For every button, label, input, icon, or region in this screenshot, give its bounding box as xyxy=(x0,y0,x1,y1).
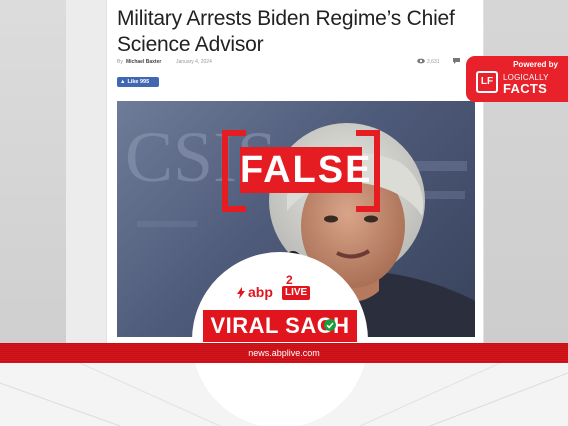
background-left xyxy=(0,0,66,343)
live-tag: LIVE xyxy=(282,286,311,300)
view-count: 2,631 xyxy=(427,59,440,65)
abp-wordmark: abp xyxy=(248,284,273,300)
powered-by-label: Powered by xyxy=(513,60,558,69)
false-verdict-stamp: FALSE xyxy=(222,130,380,212)
article-headline: Military Arrests Biden Regime’s Chief Sc… xyxy=(117,7,455,56)
logically-facts-badge: Powered by LF LOGICALLY FACTS xyxy=(466,56,568,102)
check-icon xyxy=(324,319,336,331)
bolt-icon xyxy=(237,287,245,299)
byline-prefix: By xyxy=(117,59,123,65)
background-right xyxy=(482,0,568,343)
website-url[interactable]: news.abplive.com xyxy=(0,343,568,363)
author-link[interactable]: Michael Baxter xyxy=(126,59,161,65)
thumbs-up-icon: ▲ xyxy=(120,79,126,85)
eye-icon xyxy=(417,58,425,64)
publish-date: January 4, 2024 xyxy=(176,59,212,65)
website-banner: news.abplive.com xyxy=(0,343,568,363)
comment-icon[interactable] xyxy=(453,58,460,64)
facebook-like-button[interactable]: ▲ Like 995 xyxy=(117,77,159,87)
superscript-two: 2 xyxy=(286,273,293,287)
article-meta: By Michael Baxter January 4, 2024 2,631 xyxy=(117,58,477,69)
like-label: Like 995 xyxy=(127,79,150,85)
brand-name-bottom: FACTS xyxy=(503,81,548,96)
lf-logo-mark: LF xyxy=(476,71,498,93)
verdict-label: FALSE xyxy=(240,147,373,193)
